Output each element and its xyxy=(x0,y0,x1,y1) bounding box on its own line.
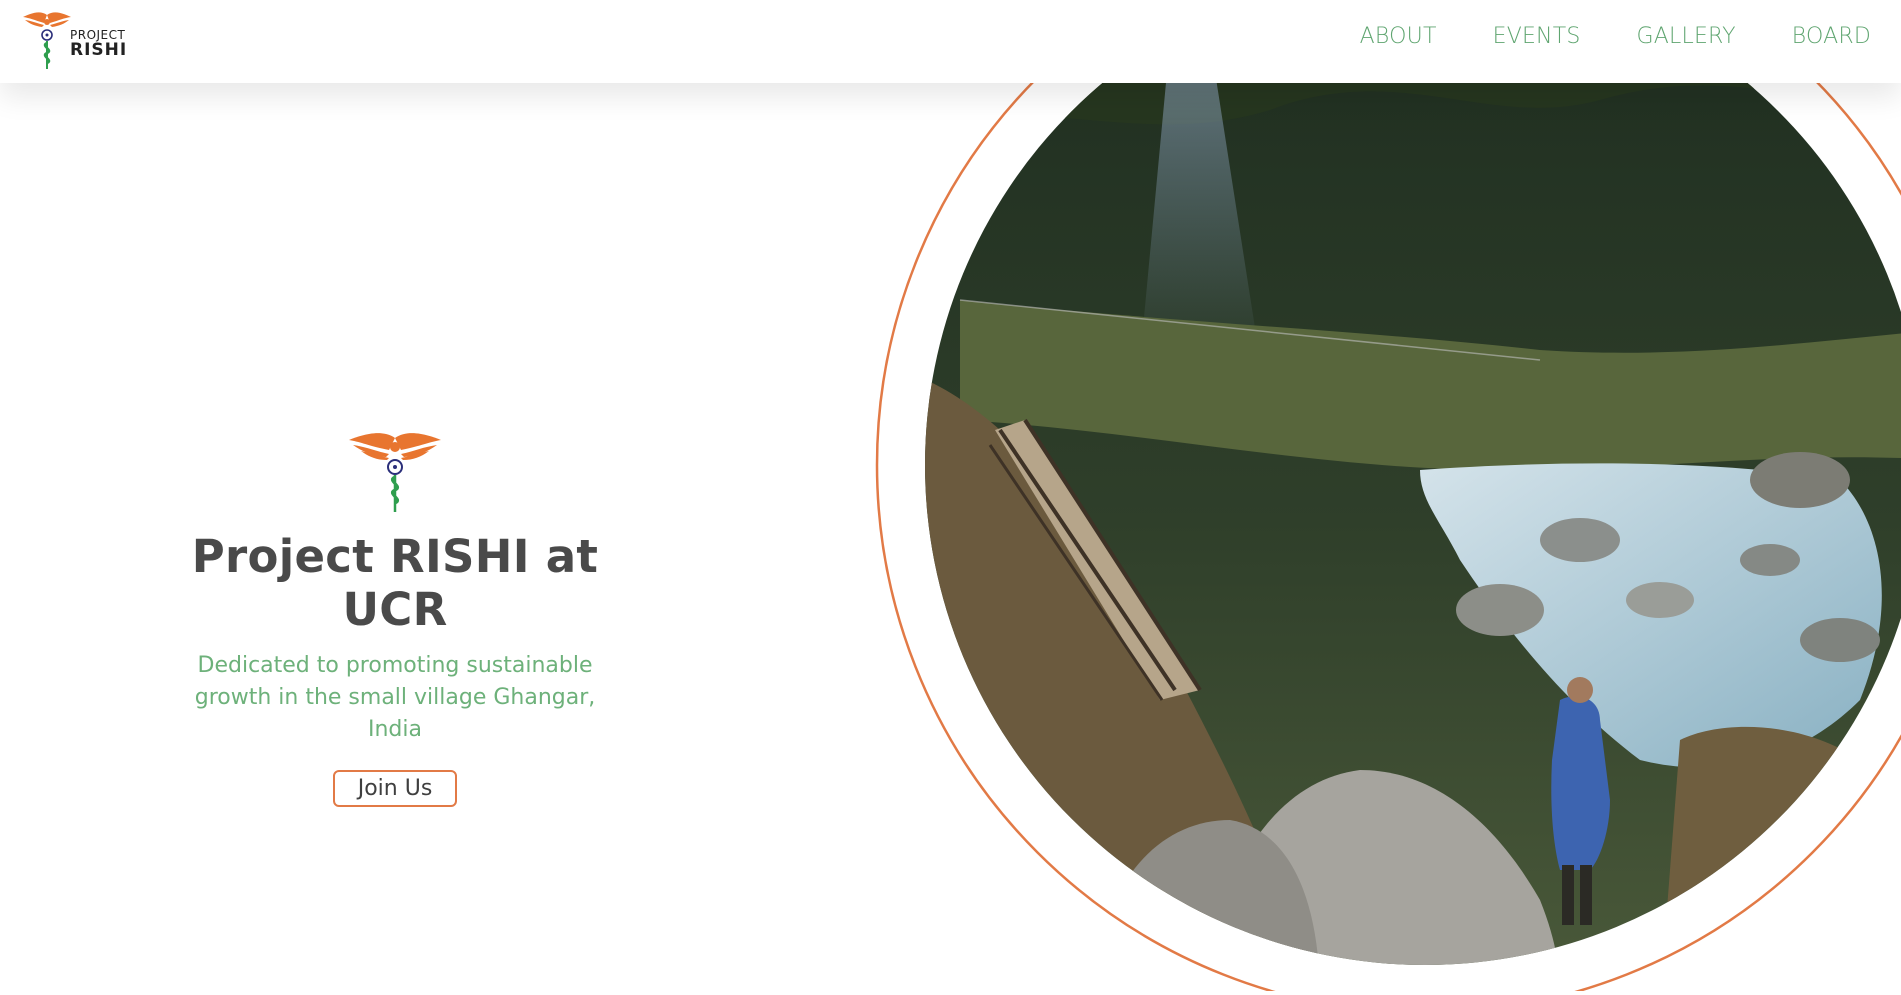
join-us-button[interactable]: Join Us xyxy=(332,770,458,807)
nav-gallery[interactable]: GALLERY xyxy=(1637,24,1736,49)
site-header: PROJECT RISHI ABOUT EVENTS GALLERY BOARD xyxy=(0,0,1901,83)
site-logo[interactable]: PROJECT RISHI xyxy=(22,11,142,71)
hero-image-area xyxy=(840,0,1901,995)
nav-about[interactable]: ABOUT xyxy=(1360,24,1437,49)
hero-subtitle: Dedicated to promoting sustainable growt… xyxy=(194,653,596,742)
nav-board[interactable]: BOARD xyxy=(1792,24,1871,49)
main-nav: ABOUT EVENTS GALLERY BOARD xyxy=(1304,24,1871,49)
hero-section: Project RISHI at UCR Dedicated to promot… xyxy=(170,430,620,807)
hero-photo xyxy=(925,0,1901,965)
caduceus-logo-icon xyxy=(349,433,441,512)
hero-title: Project RISHI at UCR xyxy=(191,530,599,636)
logo-text-rishi: RISHI xyxy=(70,40,128,60)
caduceus-logo-icon xyxy=(23,12,71,69)
nav-events[interactable]: EVENTS xyxy=(1493,24,1581,49)
